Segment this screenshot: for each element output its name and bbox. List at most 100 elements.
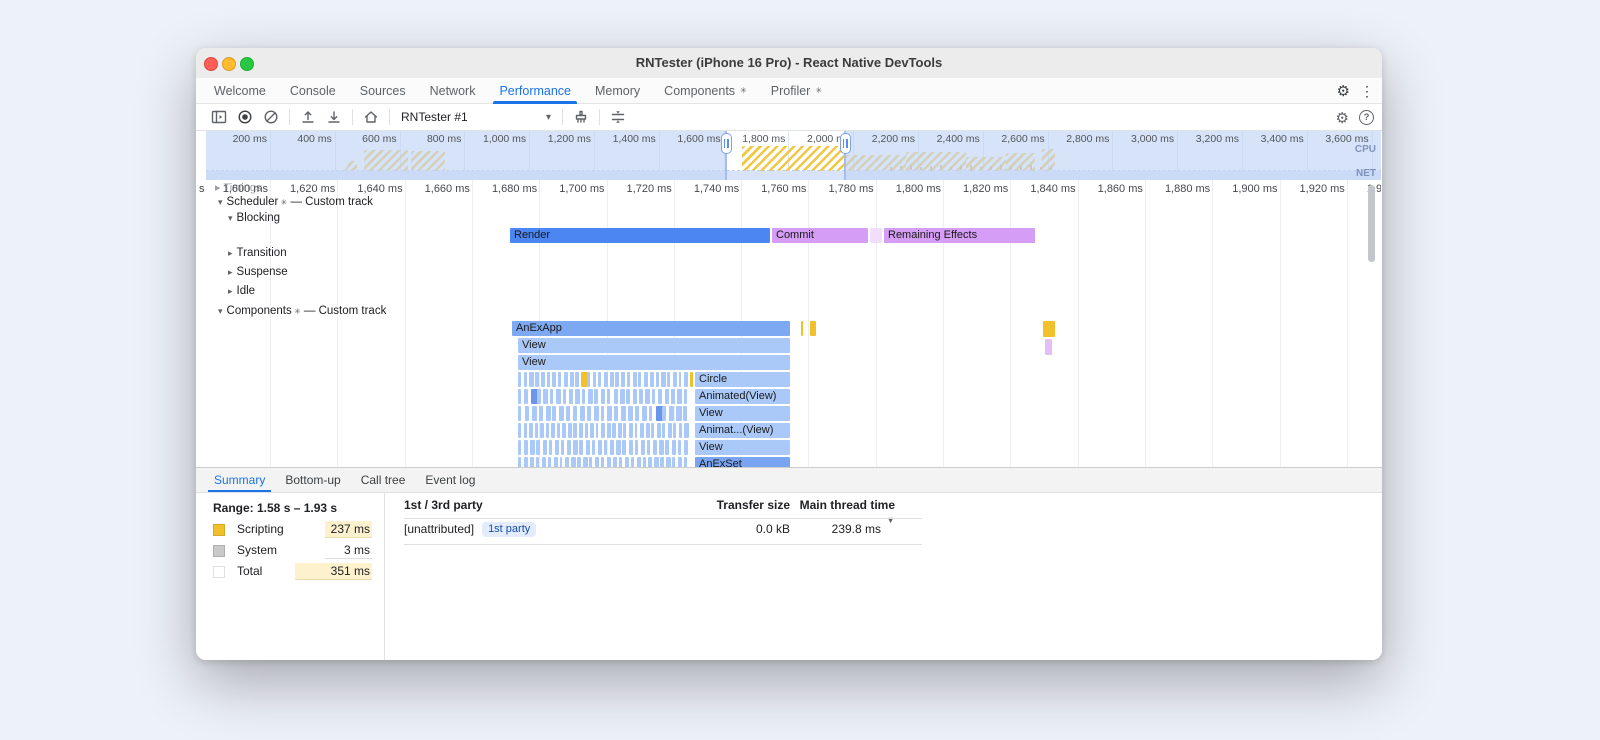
component-micro-bar[interactable] (573, 440, 579, 455)
component-micro-bar[interactable] (667, 372, 671, 387)
component-micro-bar[interactable] (518, 406, 522, 421)
component-micro-bar[interactable] (661, 372, 666, 387)
component-micro-bar[interactable] (619, 389, 625, 404)
component-micro-bar[interactable] (624, 457, 630, 467)
component-micro-bar[interactable] (630, 457, 634, 467)
tab-sources[interactable]: Sources (348, 78, 418, 103)
component-micro-bar[interactable] (606, 423, 612, 438)
component-micro-bar[interactable] (612, 457, 618, 467)
component-micro-bar[interactable] (529, 457, 535, 467)
component-micro-bar[interactable] (600, 389, 606, 404)
component-micro-bar[interactable] (666, 457, 671, 467)
component-micro-bar[interactable] (654, 457, 659, 467)
settings-gear-icon[interactable]: ⚙ (1337, 82, 1350, 100)
component-micro-bar[interactable] (647, 440, 651, 455)
component-micro-bar[interactable] (676, 406, 682, 421)
component-micro-bar[interactable] (672, 457, 676, 467)
component-micro-bar[interactable] (671, 440, 677, 455)
component-micro-bar[interactable] (607, 389, 611, 404)
component-micro-bar[interactable] (632, 372, 637, 387)
disclosure-triangle-icon[interactable]: ▸ (228, 286, 233, 296)
component-micro-bar[interactable] (534, 423, 538, 438)
component-micro-bar[interactable] (535, 372, 539, 387)
component-micro-bar[interactable] (540, 372, 546, 387)
component-micro-bar[interactable] (554, 440, 560, 455)
disclosure-triangle-icon[interactable]: ▸ (228, 267, 233, 277)
component-micro-bar[interactable] (638, 372, 642, 387)
component-micro-bar[interactable] (524, 440, 529, 455)
component-micro-bar[interactable] (618, 457, 623, 467)
component-micro-bar[interactable] (672, 372, 677, 387)
component-micro-bar[interactable] (566, 406, 570, 421)
component-micro-bar[interactable] (556, 389, 561, 404)
component-bar[interactable]: Animated(View) (695, 389, 790, 404)
component-bar[interactable]: View (695, 406, 790, 421)
component-micro-bar[interactable] (665, 440, 670, 455)
component-micro-bar[interactable] (553, 457, 558, 467)
disclosure-triangle-icon[interactable]: ▾ (228, 213, 233, 223)
component-micro-bar[interactable] (664, 389, 670, 404)
component-micro-bar[interactable] (621, 406, 626, 421)
component-micro-bar[interactable] (623, 423, 627, 438)
component-bar[interactable]: Animat...(View) (695, 423, 790, 438)
component-micro-bar[interactable] (656, 423, 661, 438)
component-micro-bar[interactable] (640, 440, 646, 455)
disclosure-triangle-icon[interactable]: ▸ (228, 248, 233, 258)
disclosure-triangle-icon[interactable]: ▾ (218, 197, 223, 207)
vertical-scrollbar-thumb[interactable] (1368, 185, 1375, 262)
component-micro-bar[interactable] (552, 406, 557, 421)
component-micro-bar[interactable] (612, 423, 616, 438)
component-micro-bar[interactable] (628, 440, 634, 455)
component-micro-bar[interactable] (614, 406, 618, 421)
component-micro-bar[interactable] (548, 440, 553, 455)
component-micro-bar[interactable] (678, 457, 683, 467)
component-bar[interactable]: AnExSet (695, 457, 790, 467)
component-micro-bar[interactable] (598, 372, 602, 387)
component-micro-bar[interactable] (639, 389, 643, 404)
component-micro-bar[interactable] (667, 423, 672, 438)
component-micro-bar[interactable] (597, 440, 603, 455)
component-micro-bar[interactable] (518, 389, 522, 404)
component-micro-bar[interactable] (595, 457, 600, 467)
component-micro-bar[interactable] (529, 423, 534, 438)
component-micro-bar[interactable] (644, 372, 648, 387)
component-micro-bar[interactable] (530, 440, 536, 455)
component-micro-bar[interactable] (673, 423, 677, 438)
component-bar[interactable]: Circle (695, 372, 790, 387)
component-micro-bar[interactable] (524, 406, 530, 421)
component-micro-bar[interactable] (545, 423, 549, 438)
component-micro-bar[interactable] (670, 389, 675, 404)
tab-performance[interactable]: Performance (487, 78, 583, 104)
component-micro-bar[interactable] (562, 389, 566, 404)
component-micro-bar[interactable] (547, 457, 551, 467)
component-micro-bar[interactable] (529, 372, 534, 387)
component-micro-bar[interactable] (585, 440, 591, 455)
component-micro-bar[interactable] (589, 457, 593, 467)
component-micro-bar[interactable] (567, 423, 573, 438)
more-options-kebab-icon[interactable]: ⋮ (1360, 83, 1374, 100)
component-micro-bar[interactable] (626, 389, 631, 404)
component-micro-bar[interactable] (536, 440, 541, 455)
flame-chart[interactable]: ▸ Timings 1,600 ms 1,620 ms 1,640 ms 1,660 m… (206, 180, 1381, 467)
component-micro-bar[interactable] (628, 406, 634, 421)
component-micro-bar[interactable] (535, 457, 540, 467)
component-micro-bar[interactable] (565, 457, 570, 467)
component-micro-bar[interactable] (640, 423, 644, 438)
component-micro-bar[interactable] (677, 440, 682, 455)
component-micro-bar[interactable] (543, 389, 549, 404)
component-micro-bar[interactable] (655, 372, 659, 387)
track-header-blocking[interactable]: ▾ Blocking (228, 212, 280, 224)
component-micro-bar[interactable] (595, 423, 599, 438)
component-micro-bar[interactable] (634, 423, 638, 438)
component-micro-bar[interactable] (563, 372, 568, 387)
track-header-idle[interactable]: ▸ Idle (228, 285, 255, 297)
component-micro-bar[interactable] (653, 440, 658, 455)
component-micro-bar[interactable] (575, 372, 579, 387)
component-micro-bar[interactable] (677, 389, 682, 404)
tab-memory[interactable]: Memory (583, 78, 652, 103)
flame-mark[interactable] (801, 321, 803, 336)
component-micro-bar[interactable] (590, 423, 594, 438)
component-micro-bar[interactable] (567, 440, 572, 455)
component-micro-bar[interactable] (584, 423, 588, 438)
component-micro-bar[interactable] (651, 423, 655, 438)
